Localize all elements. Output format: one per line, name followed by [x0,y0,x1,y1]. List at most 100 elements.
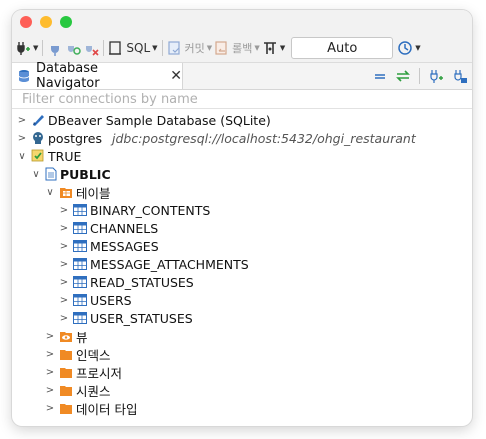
commit-label: 커밋 [184,42,205,55]
new-connection-button[interactable]: ▼ [15,37,38,59]
tree-item-label: DBeaver Sample Database (SQLite) [48,112,271,128]
plug-icon [51,42,60,56]
chevron-down-icon: ▼ [254,44,260,52]
table-folder-icon [59,186,73,199]
tree-item-label: 뷰 [76,329,88,345]
disconnect-button[interactable] [83,37,99,59]
tree-item-table[interactable]: > MESSAGES [59,237,159,255]
tree-item-table[interactable]: > BINARY_CONTENTS [59,201,211,219]
commit-icon [167,41,180,55]
tree-item-sequences-folder[interactable]: > 시퀀스 [45,381,111,399]
history-icon [398,41,412,55]
transaction-mode-button[interactable]: ▼ [262,37,285,59]
sqlite-icon [31,113,45,127]
connection-url: jdbc:postgresql://localhost:5432/ohgi_re… [112,130,416,146]
close-tab-icon[interactable]: ✕ [170,68,182,84]
chevron-down-icon: ∨ [46,186,54,198]
collapse-all-button[interactable] [373,69,387,83]
sql-editor-icon [109,41,122,55]
title-bar [12,10,472,34]
transaction-mode-selector[interactable]: Auto [291,37,394,59]
table-icon [73,222,87,234]
tree-item-label: MESSAGE_ATTACHMENTS [90,256,249,272]
history-button[interactable]: ▼ [397,37,421,59]
chevron-right-icon: > [45,384,55,396]
commit-button[interactable]: 커밋 ▼ [167,37,213,59]
toolbar-separator [419,68,420,84]
table-icon [73,312,87,324]
tree-item-table[interactable]: > MESSAGE_ATTACHMENTS [59,255,249,273]
sql-editor-button[interactable]: SQL ▼ [108,37,158,59]
tree-item-table[interactable]: > USER_STATUSES [59,309,193,327]
tab-database-navigator[interactable]: Database Navigator ✕ [12,61,183,91]
close-window-button[interactable] [20,16,32,28]
link-with-editor-button[interactable] [395,69,411,83]
new-connection-nav-button[interactable] [428,68,444,84]
folder-icon [59,402,73,415]
filter-connections-input[interactable]: Filter connections by name [12,90,472,109]
tree-item-label: BINARY_CONTENTS [90,202,211,218]
tree-item-label: USERS [90,292,132,308]
sql-label: SQL [126,41,151,55]
chevron-right-icon: > [45,366,55,378]
chevron-down-icon: ∨ [32,168,40,180]
plug-folder-icon [454,70,467,83]
table-icon [73,294,87,306]
tree-item-true-connection[interactable]: ∨ TRUE [17,147,81,165]
tree-item-tables-folder[interactable]: ∨ 테이블 [45,183,111,201]
maximize-window-button[interactable] [60,16,72,28]
chevron-down-icon: ▼ [152,44,158,52]
tree-item-label: TRUE [48,148,82,164]
collapse-icon [375,74,385,79]
chevron-right-icon: > [59,240,69,252]
folder-icon [59,384,73,397]
chevron-right-icon: > [45,402,55,414]
minimize-window-button[interactable] [40,16,52,28]
tree-item-postgres[interactable]: > postgres jdbc:postgresql://localhost:5… [17,129,416,147]
rollback-button[interactable]: 롤백 ▼ [214,37,260,59]
plug-disconnect-icon [86,42,99,56]
chevron-down-icon: ▼ [206,44,213,52]
view-folder-icon [59,330,73,343]
chevron-down-icon: ▼ [279,44,286,52]
tree-item-sample-database[interactable]: > DBeaver Sample Database (SQLite) [17,111,271,129]
tree-item-datatypes-folder[interactable]: > 데이터 타입 [45,399,138,417]
tab-title: Database Navigator [36,61,100,91]
folder-icon [59,348,73,361]
tree-item-label: 데이터 타입 [76,401,138,417]
chevron-right-icon: > [17,114,27,126]
plug-add-icon [17,42,30,55]
tree-item-table[interactable]: > USERS [59,291,132,309]
tree-item-label: 인덱스 [76,347,111,363]
tree-item-procedures-folder[interactable]: > 프로시저 [45,363,122,381]
tree-item-table[interactable]: > READ_STATUSES [59,273,194,291]
toolbar-separator [161,40,163,56]
tree-item-indexes-folder[interactable]: > 인덱스 [45,345,111,363]
tree-item-label: postgres [48,130,102,146]
tree-item-views-folder[interactable]: > 뷰 [45,327,88,345]
chevron-down-icon: ∨ [18,150,26,162]
tree-item-table[interactable]: > CHANNELS [59,219,158,237]
connect-button[interactable] [47,37,63,59]
table-icon [73,240,87,252]
new-folder-nav-button[interactable] [452,68,468,84]
tree-item-schema-public[interactable]: ∨ PUBLIC [31,165,111,183]
navigator-actions [365,63,468,89]
chevron-right-icon: > [45,330,55,342]
toolbar-separator [103,40,105,56]
schema-icon [45,167,57,181]
chevron-right-icon: > [45,348,55,360]
chevron-down-icon: ▼ [33,44,39,52]
main-toolbar: ▼ SQL ▼ 커밋 ▼ 롤백 ▼ ▼ Auto ▼ [12,34,472,63]
tree-item-label: PUBLIC [60,166,111,182]
database-icon [17,69,31,83]
table-icon [73,258,87,270]
sync-arrows-icon [396,70,410,82]
chevron-right-icon: > [59,222,69,234]
postgresql-icon [31,131,45,145]
tree-item-label: USER_STATUSES [90,310,193,326]
tree-item-label: 테이블 [76,185,111,201]
tree-item-label: READ_STATUSES [90,274,194,290]
tree-item-label: 시퀀스 [76,383,111,399]
reconnect-button[interactable] [65,37,82,59]
